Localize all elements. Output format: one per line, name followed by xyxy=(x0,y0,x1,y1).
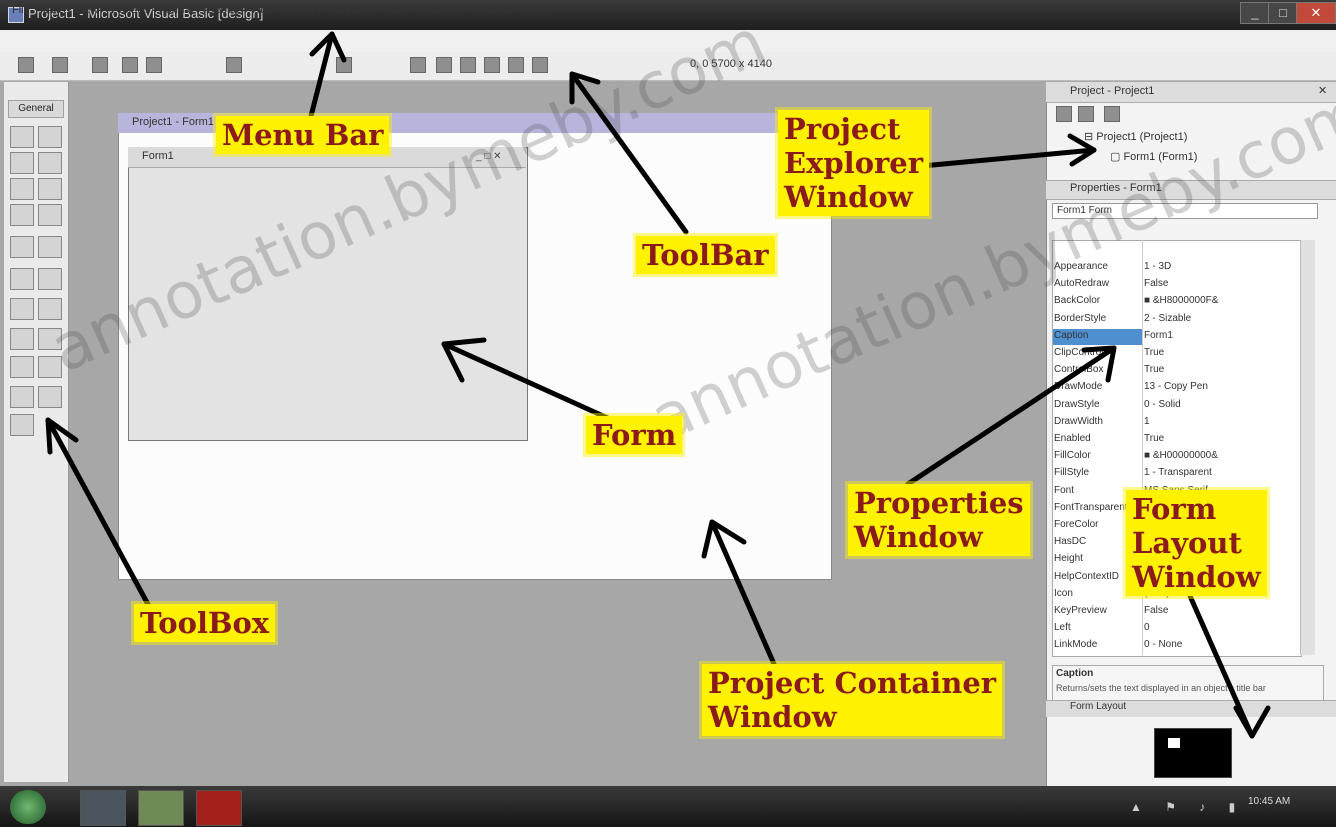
arrow-project-explorer xyxy=(919,147,1097,169)
annotation-project-explorer-line3: Window xyxy=(784,180,913,214)
annotation-properties-line1: Properties xyxy=(854,486,1024,520)
arrow-toolbox xyxy=(45,417,153,611)
annotation-properties-line2: Window xyxy=(854,520,983,554)
annotation-form-layout-line3: Window xyxy=(1132,560,1261,594)
annotation-project-explorer-line1: Project xyxy=(784,112,901,146)
annotation-project-container: Project Container Window xyxy=(702,664,1003,736)
annotation-toolbar: ToolBar xyxy=(636,236,775,274)
annotation-arrows xyxy=(45,31,1271,739)
arrowhead-form-layout xyxy=(1233,705,1271,739)
arrow-properties xyxy=(905,345,1117,487)
annotation-project-container-line1: Project Container xyxy=(708,666,997,700)
annotation-project-explorer: Project Explorer Window xyxy=(778,110,930,216)
arrow-toolbar xyxy=(569,71,689,235)
annotation-form: Form xyxy=(586,416,683,454)
annotation-form-layout-line1: Form xyxy=(1132,492,1217,526)
arrow-form xyxy=(441,341,615,423)
annotation-toolbox: ToolBox xyxy=(134,604,276,642)
annotation-menu-bar: Menu Bar xyxy=(216,116,390,154)
annotation-project-explorer-line2: Explorer xyxy=(784,146,924,180)
annotation-properties: Properties Window xyxy=(848,484,1030,556)
annotation-form-layout-line2: Layout xyxy=(1132,526,1242,560)
annotation-project-container-line2: Window xyxy=(708,700,837,734)
annotation-form-layout: Form Layout Window xyxy=(1126,490,1267,596)
